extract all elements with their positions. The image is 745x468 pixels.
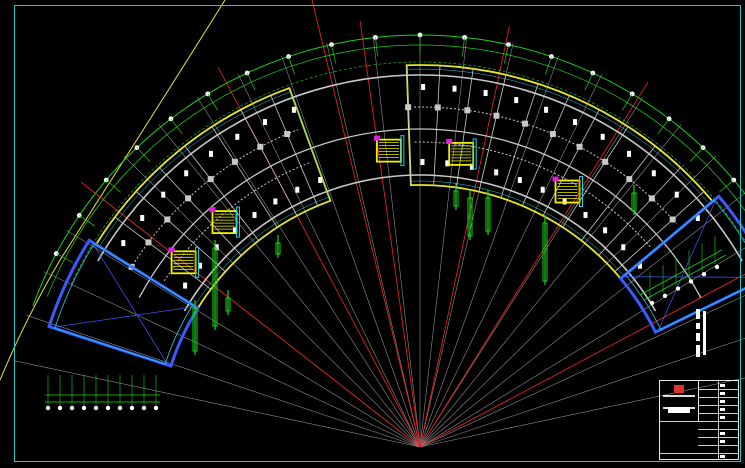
title-block-cell [720,432,725,435]
title-block [659,380,739,460]
title-block-cell [720,408,725,411]
drawing-frame [14,5,741,462]
title-block-cell [720,440,725,443]
title-block-divider [660,421,738,422]
scale-bar [696,309,710,357]
cad-drawing-canvas[interactable] [0,0,745,468]
company-mark [668,407,690,413]
title-block-cell [720,384,725,387]
company-logo-icon [674,385,684,393]
title-block-row [660,453,738,454]
title-block-logo-area [660,381,699,421]
title-block-cell [720,455,725,458]
title-block-cell [720,416,725,419]
title-block-column [718,381,719,459]
title-block-cell [720,392,725,395]
title-block-cell [720,400,725,403]
